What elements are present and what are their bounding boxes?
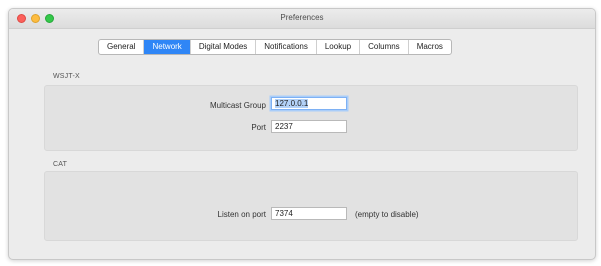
tab-network[interactable]: Network [144, 40, 191, 54]
cat-group: Listen on port 7374 (empty to disable) [44, 171, 578, 241]
wsjtx-section-label: WSJT-X [53, 73, 80, 80]
port-input[interactable]: 2237 [271, 120, 347, 133]
tab-bar: General Network Digital Modes Notificati… [98, 39, 452, 55]
multicast-group-value: 127.0.0.1 [275, 99, 309, 108]
preferences-window: Preferences General Network Digital Mode… [8, 8, 596, 260]
listen-port-input[interactable]: 7374 [271, 207, 347, 220]
title-bar[interactable]: Preferences [9, 9, 595, 29]
tab-columns[interactable]: Columns [360, 40, 409, 54]
tab-general[interactable]: General [99, 40, 145, 54]
tab-macros[interactable]: Macros [409, 40, 451, 54]
multicast-group-input[interactable]: 127.0.0.1 [271, 97, 347, 110]
port-label: Port [251, 123, 266, 132]
tab-lookup[interactable]: Lookup [317, 40, 361, 54]
tab-digital-modes[interactable]: Digital Modes [191, 40, 257, 54]
tab-notifications[interactable]: Notifications [256, 40, 317, 54]
multicast-group-label: Multicast Group [209, 101, 266, 110]
cat-section-label: CAT [53, 161, 68, 168]
listen-port-hint: (empty to disable) [355, 210, 419, 219]
listen-port-label: Listen on port [217, 210, 266, 219]
wsjtx-group: Multicast Group 127.0.0.1 Port 2237 [44, 85, 578, 151]
window-title: Preferences [280, 13, 324, 22]
